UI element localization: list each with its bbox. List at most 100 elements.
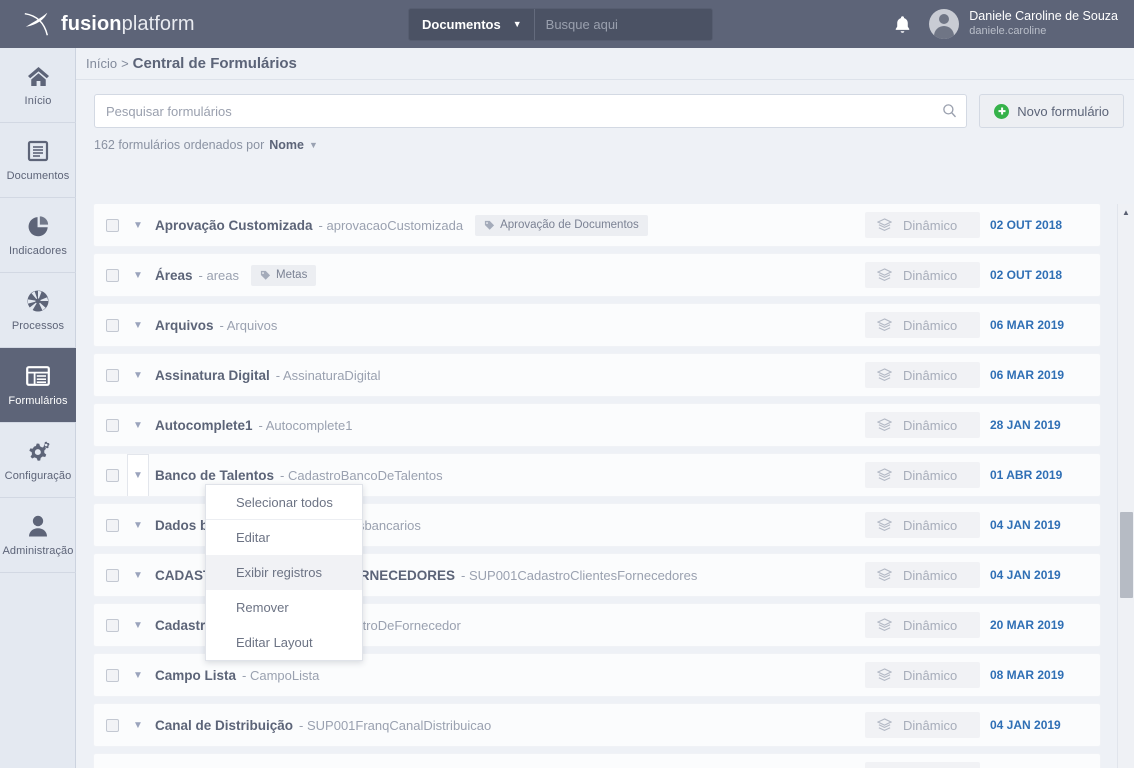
table-row[interactable]: ▼ Canal de Distribuição - SUP001FranqCanal… xyxy=(94,704,1100,746)
new-form-button[interactable]: Novo formulário xyxy=(979,94,1124,128)
row-menu-caret-icon[interactable]: ▼ xyxy=(127,561,149,589)
breadcrumb-separator: > xyxy=(121,56,129,71)
row-checkbox[interactable] xyxy=(106,268,119,282)
user-login: daniele.caroline xyxy=(969,24,1047,37)
bell-icon xyxy=(895,15,910,33)
search-input[interactable] xyxy=(94,94,968,128)
row-right-meta: Dinâmico 08 MAR 2019 xyxy=(865,662,1100,688)
scroll-up-arrow-icon[interactable]: ▲ xyxy=(1118,204,1134,220)
row-alias: - areas xyxy=(198,267,239,283)
vertical-scrollbar[interactable]: ▲ ▼ xyxy=(1117,204,1134,768)
sidebar-item-indicadores[interactable]: Indicadores xyxy=(0,198,76,273)
row-type-label: Dinâmico xyxy=(903,367,958,383)
row-date: 02 OUT 2018 xyxy=(990,218,1063,232)
layers-icon xyxy=(877,717,892,731)
row-type-chip: Dinâmico xyxy=(865,262,980,288)
sidebar-item-inicio[interactable]: Início xyxy=(0,48,76,123)
tag-icon xyxy=(260,270,271,280)
avatar xyxy=(929,9,960,39)
row-checkbox[interactable] xyxy=(106,418,119,432)
brand[interactable]: fusionplatform xyxy=(0,9,380,39)
search-scope-dropdown[interactable]: Documentos ▼ xyxy=(409,8,535,40)
global-search[interactable]: Documentos ▼ xyxy=(408,7,713,41)
context-menu-item[interactable]: Remover xyxy=(206,590,362,625)
row-menu-caret-icon[interactable]: ▼ xyxy=(127,361,149,389)
sidebar-item-label: Administração xyxy=(2,545,74,557)
sidebar-item-administracao[interactable]: Administração xyxy=(0,498,76,573)
row-checkbox[interactable] xyxy=(106,718,119,732)
sidebar-item-label: Formulários xyxy=(8,395,68,407)
row-checkbox[interactable] xyxy=(106,518,119,532)
row-checkbox[interactable] xyxy=(106,618,119,632)
row-menu-caret-icon[interactable]: ▼ xyxy=(127,761,149,768)
row-tag-label: Aprovação de Documentos xyxy=(500,219,639,231)
search-icon-button[interactable] xyxy=(942,103,957,123)
main-content: Início > Central de Formulários Novo for… xyxy=(76,48,1134,768)
top-bar: fusionplatform Documentos ▼ Daniele Caro… xyxy=(0,0,1134,48)
notifications-button[interactable] xyxy=(894,15,911,34)
row-title: Aprovação Customizada xyxy=(155,217,313,233)
row-menu-caret-icon[interactable]: ▼ xyxy=(127,261,149,289)
global-search-input[interactable] xyxy=(534,8,712,40)
user-info: Daniele Caroline de Souza daniele.caroli… xyxy=(969,9,1118,38)
row-type-chip: Dinâmico xyxy=(865,612,980,638)
sidebar-item-label: Início xyxy=(24,95,52,107)
row-date: 06 MAR 2019 xyxy=(990,368,1065,382)
scrollbar-thumb[interactable] xyxy=(1120,512,1133,598)
row-title: Canal de Distribuição xyxy=(155,717,294,733)
search-icon xyxy=(943,104,957,118)
row-title: Banco de Talentos xyxy=(155,467,275,483)
row-checkbox[interactable] xyxy=(106,318,119,332)
table-row[interactable]: ▼ Assinatura Digital - AssinaturaDigital Di… xyxy=(94,354,1100,396)
row-checkbox[interactable] xyxy=(106,218,119,232)
layers-icon xyxy=(877,517,892,531)
row-checkbox[interactable] xyxy=(106,368,119,382)
row-right-meta: Dinâmico 01 ABR 2019 xyxy=(865,462,1100,488)
table-row[interactable]: ▼Chamado urgente- urgenteDinâmico04 JAN … xyxy=(94,754,1100,768)
row-menu-caret-icon[interactable]: ▼ xyxy=(127,711,149,739)
breadcrumb-root[interactable]: Início xyxy=(86,56,117,71)
row-alias: - Arquivos xyxy=(219,317,278,333)
row-type-chip: Dinâmico xyxy=(865,462,980,488)
row-menu-caret-icon[interactable]: ▼ xyxy=(127,511,149,539)
row-menu-caret-icon[interactable]: ▼ xyxy=(127,211,149,239)
sidebar-item-configuracao[interactable]: Configuração xyxy=(0,423,76,498)
layers-icon xyxy=(877,617,892,631)
row-type-chip: Dinâmico xyxy=(865,512,980,538)
pie-chart-icon xyxy=(27,213,50,239)
tag-icon xyxy=(484,220,495,230)
layers-icon xyxy=(877,217,892,231)
row-type-label: Dinâmico xyxy=(903,267,958,283)
user-account[interactable]: Daniele Caroline de Souza daniele.caroli… xyxy=(929,9,1118,39)
row-menu-caret-icon[interactable]: ▼ xyxy=(127,311,149,339)
context-menu-item[interactable]: Editar Layout xyxy=(206,625,362,660)
row-menu-caret-icon[interactable]: ▼ xyxy=(127,661,149,689)
row-menu-caret-icon[interactable]: ▼ xyxy=(127,411,149,439)
sidebar: Início Documentos Indicadores Processos … xyxy=(0,48,76,768)
row-menu-caret-icon[interactable]: ▼ xyxy=(127,611,149,639)
row-right-meta: Dinâmico 28 JAN 2019 xyxy=(865,412,1100,438)
table-row[interactable]: ▼ Autocomplete1 - Autocomplete1 Dinâmico 28 … xyxy=(94,404,1100,446)
table-row[interactable]: ▼ Arquivos - Arquivos Dinâmico 06 MAR 2019 xyxy=(94,304,1100,346)
row-alias: - SUP001FranqCanalDistribuicao xyxy=(299,717,492,733)
sort-field-button[interactable]: Nome xyxy=(269,138,304,152)
sidebar-item-processos[interactable]: Processos xyxy=(0,273,76,348)
user-name: Daniele Caroline de Souza xyxy=(969,9,1118,24)
row-date: 04 JAN 2019 xyxy=(990,568,1061,582)
row-right-meta: Dinâmico 04 JAN 2019 xyxy=(865,712,1100,738)
sidebar-item-label: Indicadores xyxy=(9,245,67,257)
context-menu-item[interactable]: Editar xyxy=(206,520,362,555)
gears-icon xyxy=(26,438,51,464)
table-row[interactable]: ▼ Áreas - areas Metas Dinâmico 02 OUT 2018 xyxy=(94,254,1100,296)
context-menu-item[interactable]: Exibir registros xyxy=(206,555,362,590)
row-checkbox[interactable] xyxy=(106,668,119,682)
row-checkbox[interactable] xyxy=(106,568,119,582)
row-menu-caret-icon[interactable]: ▼ xyxy=(127,454,149,496)
row-type-chip: Dinâmico xyxy=(865,362,980,388)
row-checkbox[interactable] xyxy=(106,468,119,482)
table-row[interactable]: ▼ Aprovação Customizada - aprovacaoCustomi… xyxy=(94,204,1100,246)
sidebar-item-documentos[interactable]: Documentos xyxy=(0,123,76,198)
top-right-actions: Daniele Caroline de Souza daniele.caroli… xyxy=(894,9,1134,39)
context-menu-item[interactable]: Selecionar todos xyxy=(206,485,362,520)
sidebar-item-formularios[interactable]: Formulários xyxy=(0,348,76,423)
